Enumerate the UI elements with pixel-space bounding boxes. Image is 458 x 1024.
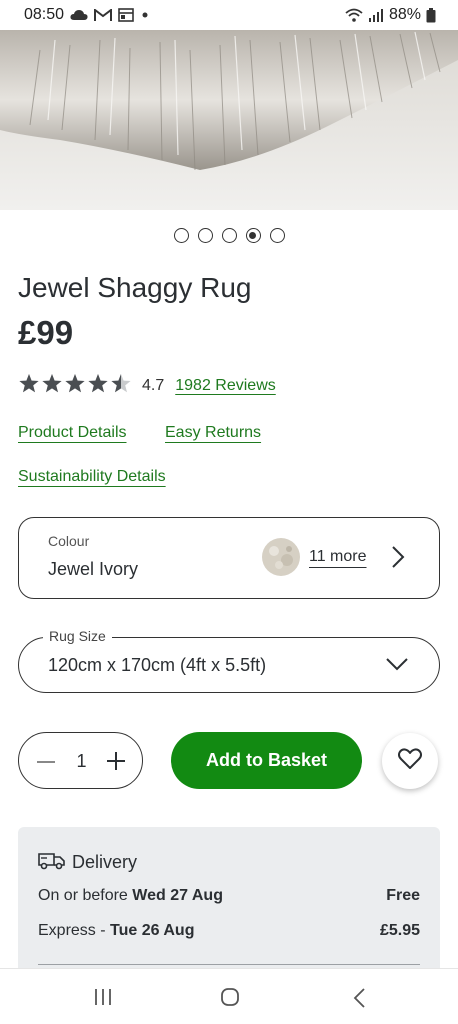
status-bar: 08:50 88%	[0, 0, 458, 30]
divider	[38, 964, 420, 965]
delivery-express-row: Express - Tue 26 Aug £5.95	[38, 922, 420, 940]
add-to-basket-button[interactable]: Add to Basket	[171, 732, 362, 789]
rating-value: 4.7	[142, 377, 165, 394]
delivery-standard-row: On or before Wed 27 Aug Free	[38, 887, 420, 905]
carousel-dot[interactable]	[173, 228, 189, 243]
product-details-link[interactable]: Product Details	[18, 424, 127, 442]
express-delivery-price: £5.95	[379, 922, 420, 939]
reviews-link[interactable]: 1982 Reviews	[175, 377, 276, 395]
star-icon	[110, 373, 132, 399]
sustainability-details-link[interactable]: Sustainability Details	[18, 468, 166, 486]
carousel-dot[interactable]	[245, 228, 261, 243]
chevron-right-icon	[391, 545, 405, 574]
colour-value: Jewel Ivory	[48, 559, 139, 579]
wishlist-button[interactable]	[382, 733, 438, 789]
rating-row: 4.7 1982 Reviews	[18, 374, 276, 398]
wifi-icon	[345, 8, 363, 22]
delivery-truck-icon	[38, 850, 66, 875]
battery-icon	[426, 7, 436, 23]
express-delivery-label: Express -	[38, 922, 111, 939]
delivery-title: Delivery	[72, 852, 138, 872]
carousel-dot[interactable]	[221, 228, 237, 243]
colour-selector[interactable]: Colour Jewel Ivory 11 more	[18, 517, 440, 599]
rug-size-select[interactable]: Rug Size 120cm x 170cm (4ft x 5.5ft)	[18, 628, 440, 693]
product-title: Jewel Shaggy Rug	[18, 272, 252, 303]
product-image[interactable]	[0, 30, 458, 210]
signal-icon	[368, 8, 384, 22]
rug-size-label: Rug Size	[43, 628, 112, 644]
chevron-down-icon	[385, 656, 409, 677]
star-icon	[87, 373, 109, 399]
standard-delivery-label: On or before	[38, 887, 133, 904]
standard-delivery-date: Wed 27 Aug	[132, 887, 223, 904]
carousel-dot[interactable]	[269, 228, 285, 243]
heart-icon	[398, 747, 422, 775]
easy-returns-link[interactable]: Easy Returns	[165, 424, 261, 442]
standard-delivery-price: Free	[386, 887, 420, 904]
gmail-icon	[94, 8, 113, 22]
quantity-stepper: 1	[18, 732, 143, 789]
colour-swatch	[262, 538, 300, 576]
product-price: £99	[18, 314, 74, 351]
delivery-panel: Delivery On or before Wed 27 Aug Free Ex…	[18, 827, 440, 987]
dot-icon	[140, 10, 150, 20]
star-icon	[64, 373, 86, 399]
battery-percent: 88%	[388, 6, 421, 23]
home-icon[interactable]	[220, 987, 240, 1012]
delivery-header: Delivery	[38, 850, 137, 875]
status-time: 08:50	[24, 6, 65, 23]
star-icon	[41, 373, 63, 399]
star-icon	[18, 373, 40, 399]
rug-size-value: 120cm x 170cm (4ft x 5.5ft)	[48, 655, 267, 675]
colour-label: Colour	[48, 533, 90, 549]
star-rating	[18, 373, 132, 399]
cloud-icon	[70, 9, 88, 21]
carousel-indicators[interactable]	[0, 228, 458, 243]
express-delivery-date: Tue 26 Aug	[110, 922, 195, 939]
carousel-dot[interactable]	[197, 228, 213, 243]
back-icon[interactable]	[352, 987, 366, 1014]
system-nav-bar	[0, 968, 458, 1024]
plus-icon[interactable]	[105, 750, 127, 777]
news-icon	[118, 8, 134, 22]
more-colours-link[interactable]: 11 more	[309, 548, 367, 566]
recent-apps-icon[interactable]	[93, 987, 113, 1012]
